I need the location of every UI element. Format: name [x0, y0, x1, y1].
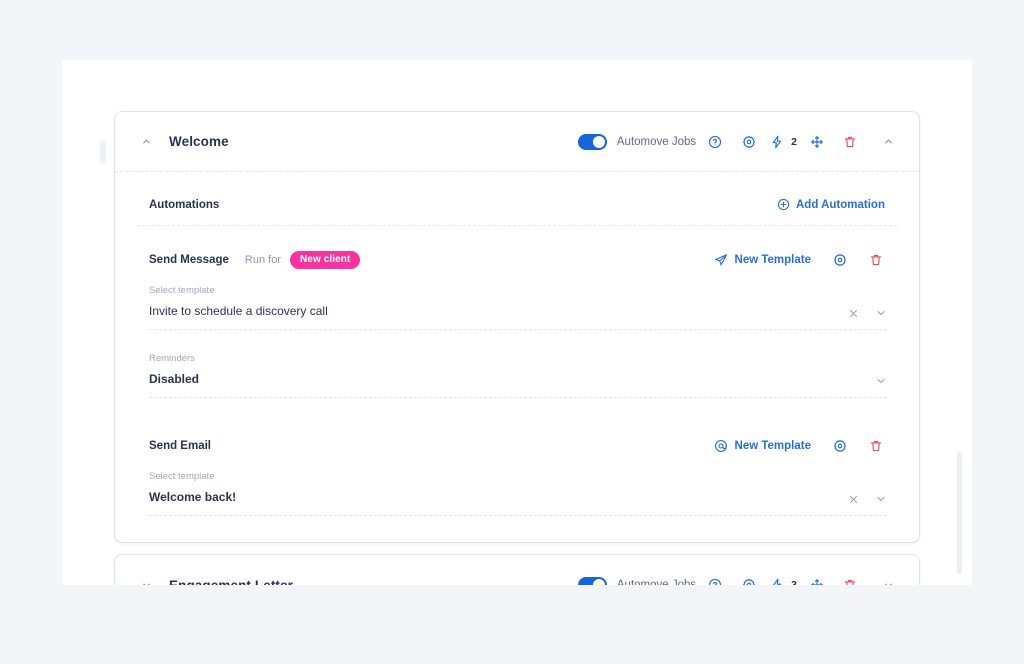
section-header[interactable]: Welcome Automove Jobs 2 [115, 112, 919, 172]
vertical-scrollbar[interactable] [957, 452, 962, 574]
spacer [137, 226, 897, 238]
help-circle-icon[interactable] [704, 574, 726, 585]
chevron-up-icon[interactable] [137, 133, 155, 151]
gear-icon[interactable] [738, 574, 760, 585]
chevron-down-icon[interactable] [875, 307, 887, 319]
automation-count: 2 [791, 136, 797, 148]
gear-icon[interactable] [829, 249, 851, 271]
reminders-field[interactable]: Reminders Disabled [149, 350, 887, 398]
section-toolbar: Automove Jobs 2 [578, 131, 899, 153]
section-collapse-icon[interactable] [877, 131, 899, 153]
gear-icon[interactable] [738, 131, 760, 153]
select-template-field[interactable]: Select template Invite to schedule a dis… [149, 282, 887, 330]
field-controls [848, 307, 887, 320]
field-label: Select template [149, 285, 848, 296]
chevron-down-icon[interactable] [875, 375, 887, 387]
new-template-label: New Template [735, 254, 811, 266]
section-card-engagement-letter: Engagement Letter Automove Jobs 3 [115, 555, 919, 585]
automation-name: Send Email [149, 440, 211, 452]
run-for-badge: New client [290, 251, 360, 269]
spacer [137, 330, 897, 350]
automove-jobs-toggle[interactable] [578, 134, 607, 150]
section-header[interactable]: Engagement Letter Automove Jobs 3 [115, 555, 919, 585]
field-label: Select template [149, 471, 848, 482]
field-main: Select template Welcome back! [149, 471, 848, 506]
lightning-bolt-icon[interactable] [766, 574, 788, 585]
automove-jobs-label: Automove Jobs [617, 136, 696, 148]
app-viewport: Welcome Automove Jobs 2 [62, 60, 972, 585]
toggle-knob [593, 579, 605, 585]
help-circle-icon[interactable] [704, 131, 726, 153]
field-label: Reminders [149, 353, 875, 364]
workflow-stage: Welcome Automove Jobs 2 [62, 60, 972, 585]
field-main: Select template Invite to schedule a dis… [149, 285, 848, 320]
gear-icon[interactable] [829, 435, 851, 457]
section-title: Engagement Letter [169, 578, 293, 586]
add-automation-button[interactable]: Add Automation [777, 198, 885, 211]
field-controls [875, 375, 887, 388]
spacer [137, 398, 897, 424]
section-title: Welcome [169, 134, 229, 149]
automation-count: 3 [791, 579, 797, 585]
run-for-label: Run for [245, 254, 281, 266]
spacer [137, 516, 897, 542]
lightning-bolt-icon[interactable] [766, 131, 788, 153]
section-card-welcome: Welcome Automove Jobs 2 [115, 112, 919, 542]
automations-bar: Automations Add Automation [137, 184, 897, 226]
field-main: Reminders Disabled [149, 353, 875, 388]
new-template-button[interactable]: New Template [714, 253, 811, 267]
new-template-label: New Template [735, 440, 811, 452]
section-collapse-icon[interactable] [877, 574, 899, 585]
trash-icon[interactable] [865, 249, 887, 271]
automation-block: Send Email New Template [115, 398, 919, 542]
add-automation-label: Add Automation [796, 199, 885, 211]
trash-icon[interactable] [839, 574, 861, 585]
automove-jobs-toggle[interactable] [578, 577, 607, 585]
plus-circle-icon [777, 198, 790, 211]
automove-jobs-label: Automove Jobs [617, 579, 696, 585]
section-toolbar: Automove Jobs 3 [578, 574, 899, 585]
automations-title: Automations [149, 199, 219, 211]
trash-icon[interactable] [839, 131, 861, 153]
close-icon[interactable] [848, 494, 859, 505]
move-arrows-icon[interactable] [806, 574, 828, 585]
move-arrows-icon[interactable] [806, 131, 828, 153]
at-sign-icon [714, 439, 728, 453]
field-value: Welcome back! [149, 490, 236, 504]
automation-header: Send Message Run for New client New Temp… [137, 238, 897, 282]
trash-icon[interactable] [865, 435, 887, 457]
automation-actions: New Template [714, 249, 887, 271]
spacer [115, 172, 919, 184]
field-value: Disabled [149, 372, 199, 386]
chevron-down-icon[interactable] [137, 576, 155, 585]
field-controls [848, 493, 887, 506]
automation-header: Send Email New Template [137, 424, 897, 468]
select-template-field[interactable]: Select template Welcome back! [149, 468, 887, 516]
toggle-knob [593, 136, 605, 148]
chevron-down-icon[interactable] [875, 493, 887, 505]
automation-block: Send Message Run for New client New Temp… [115, 226, 919, 398]
close-icon[interactable] [848, 308, 859, 319]
automation-actions: New Template [714, 435, 887, 457]
field-value: Invite to schedule a discovery call [149, 304, 328, 318]
paper-plane-icon [714, 253, 728, 267]
new-template-button[interactable]: New Template [714, 439, 811, 453]
automation-name: Send Message [149, 254, 229, 266]
left-rail-handle [100, 140, 106, 164]
